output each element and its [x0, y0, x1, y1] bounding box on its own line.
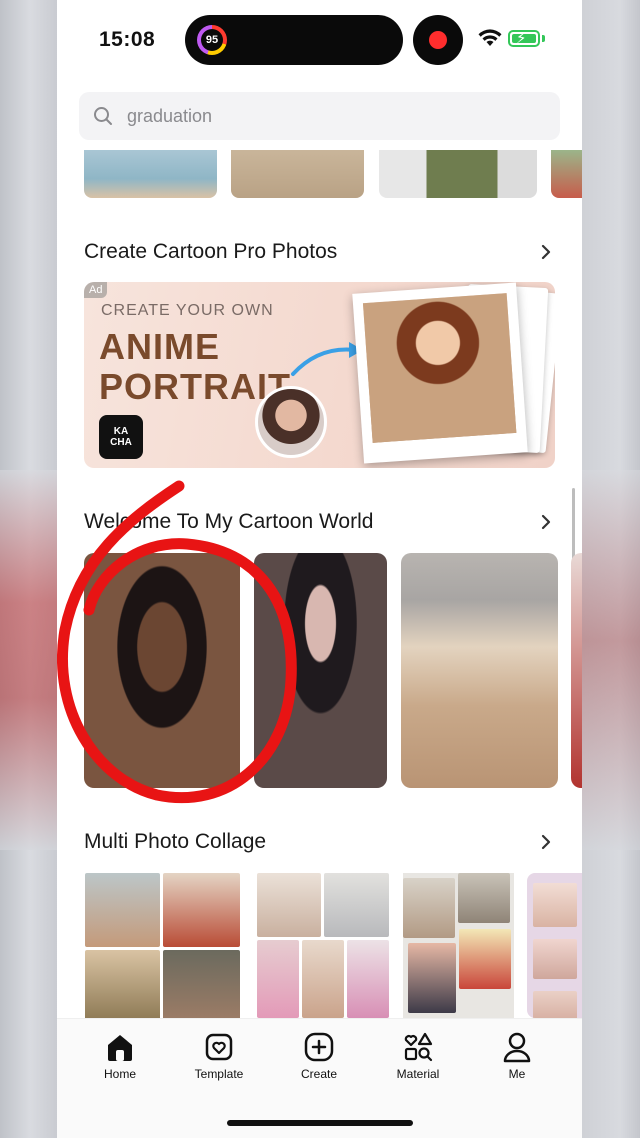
- status-time: 15:08: [99, 28, 156, 51]
- avatar-photo: [255, 386, 327, 458]
- cartoon-card-3[interactable]: [401, 553, 558, 788]
- banner-subtitle: CREATE YOUR OWN: [101, 302, 274, 319]
- wifi-icon: [478, 29, 502, 46]
- search-input[interactable]: graduation: [127, 106, 212, 127]
- tab-create[interactable]: Create: [274, 1031, 364, 1091]
- background-blur-left: [0, 470, 57, 850]
- screen-recording-indicator[interactable]: [413, 15, 463, 65]
- profile-icon: [503, 1032, 531, 1063]
- strip-image-1[interactable]: [84, 150, 217, 198]
- charging-bolt-icon: ⚡: [516, 30, 527, 47]
- tab-me[interactable]: Me: [472, 1031, 562, 1091]
- template-icon: [205, 1033, 233, 1061]
- tab-label-home: Home: [103, 1067, 136, 1081]
- tab-label-material: Material: [396, 1067, 440, 1081]
- chevron-right-icon[interactable]: [537, 513, 555, 531]
- chevron-right-icon[interactable]: [537, 833, 555, 851]
- tab-material[interactable]: Material: [373, 1031, 463, 1091]
- cartoon-card-4[interactable]: [571, 553, 582, 788]
- tab-home[interactable]: Home: [75, 1031, 165, 1091]
- battery-cap: [542, 35, 545, 42]
- activity-badge: 95: [201, 29, 223, 51]
- collage-template-1[interactable]: [85, 873, 240, 1018]
- tab-template[interactable]: Template: [174, 1031, 264, 1091]
- dynamic-island[interactable]: 95: [185, 15, 403, 65]
- ad-banner[interactable]: Ad CREATE YOUR OWN ANIME PORTRAIT KA CHA: [84, 282, 555, 468]
- section-title-collage[interactable]: Multi Photo Collage: [84, 830, 266, 854]
- strip-image-2[interactable]: [231, 150, 364, 198]
- logo-text-top: KA: [113, 426, 129, 437]
- search-bar[interactable]: graduation: [79, 92, 560, 140]
- status-bar: 15:08 95 ⚡: [57, 0, 582, 80]
- phone-screen: 15:08 95 ⚡ graduation Create Cartoon Pro…: [57, 0, 582, 1138]
- logo-text-bottom: CHA: [110, 437, 132, 448]
- chevron-right-icon[interactable]: [537, 243, 555, 261]
- section-title-cartoon-pro[interactable]: Create Cartoon Pro Photos: [84, 240, 337, 264]
- material-icon: [404, 1032, 433, 1062]
- tab-label-template: Template: [194, 1067, 244, 1081]
- polaroid-portrait: [352, 282, 528, 464]
- collage-template-3[interactable]: [403, 873, 514, 1018]
- top-image-strip: [57, 150, 582, 198]
- create-icon: [304, 1032, 334, 1062]
- record-dot-icon: [429, 31, 447, 49]
- kacha-logo: KA CHA: [99, 415, 143, 459]
- strip-image-3[interactable]: [379, 150, 537, 198]
- home-indicator[interactable]: [227, 1120, 413, 1126]
- ad-tag: Ad: [84, 282, 108, 298]
- home-icon: [108, 1035, 132, 1061]
- search-icon: [94, 107, 112, 125]
- tab-label-me: Me: [508, 1067, 526, 1081]
- tab-label-create: Create: [300, 1067, 338, 1081]
- strip-image-4[interactable]: [551, 150, 582, 198]
- collage-template-2[interactable]: [257, 873, 389, 1018]
- activity-ring-icon: 95: [197, 25, 227, 55]
- banner-title-line1: ANIME: [99, 326, 220, 367]
- collage-template-4[interactable]: [527, 873, 582, 1018]
- red-annotation-circle: [57, 480, 297, 804]
- background-blur-right: [582, 470, 640, 850]
